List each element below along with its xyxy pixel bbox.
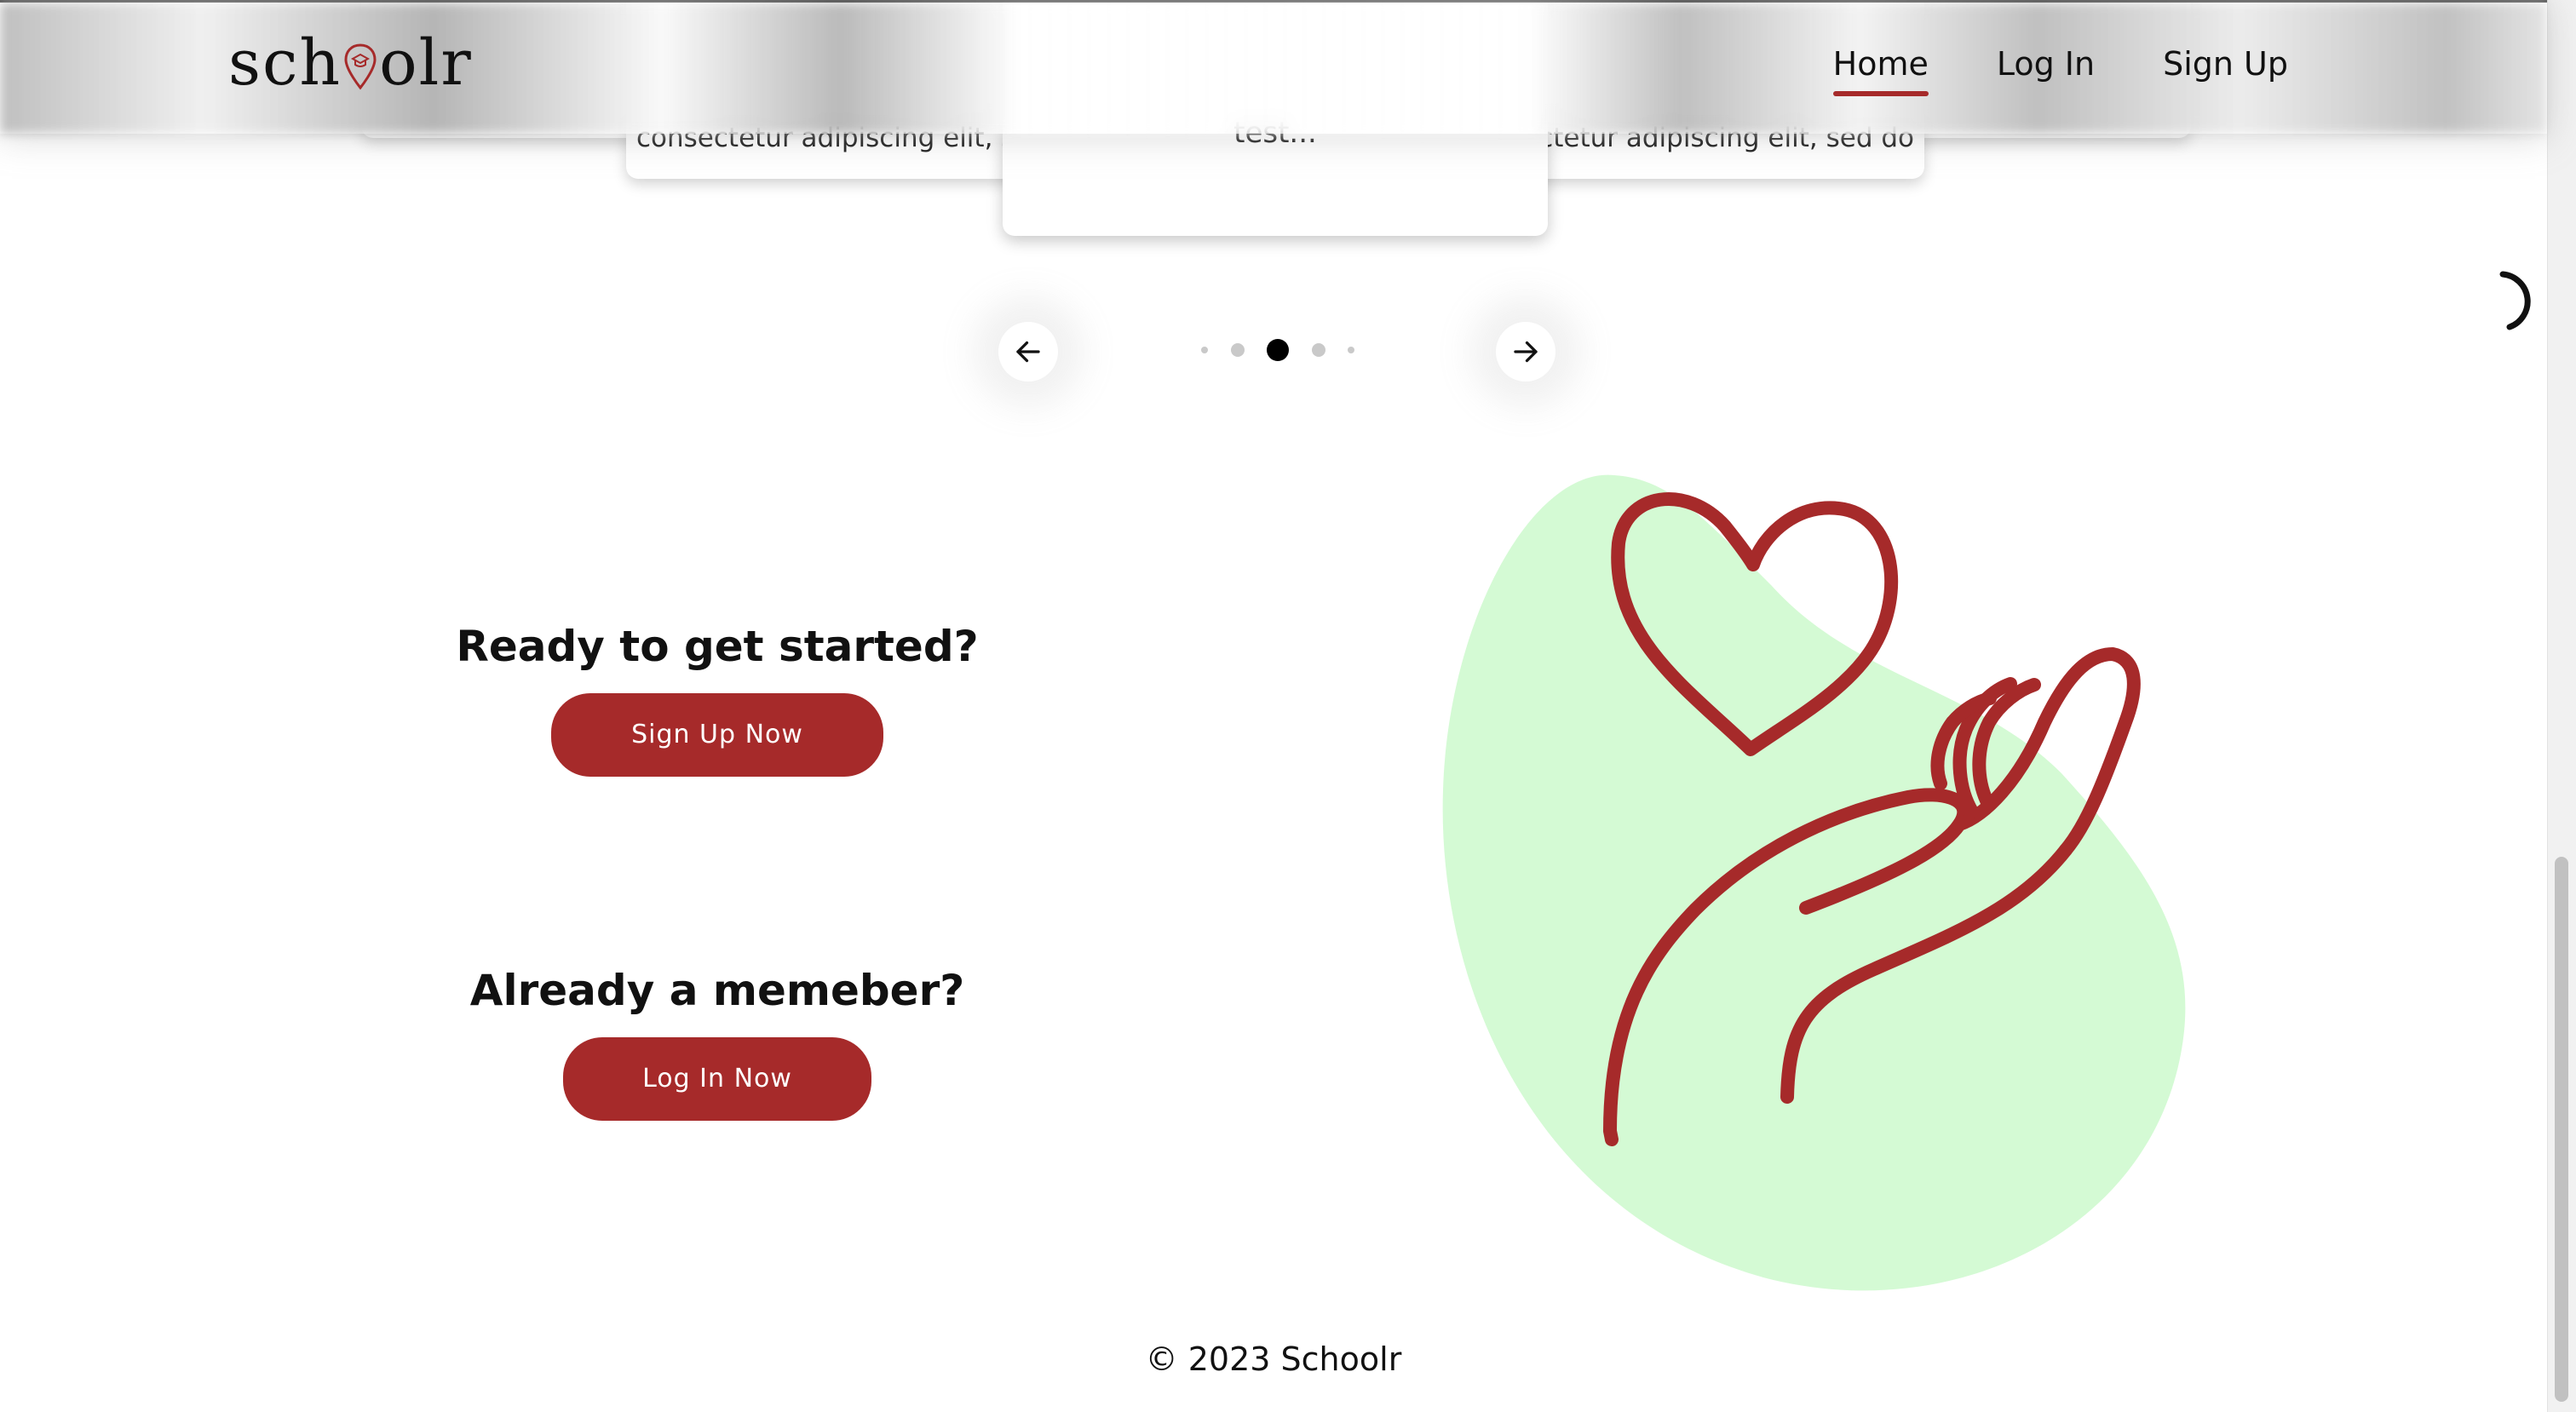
- signup-cta: Ready to get started? Sign Up Now: [419, 622, 1015, 777]
- login-heading: Already a memeber?: [469, 966, 965, 1015]
- scrollbar-thumb[interactable]: [2555, 857, 2568, 1402]
- carousel-prev-button[interactable]: [998, 322, 1058, 382]
- copyright-text: © 2023 Schoolr: [1145, 1340, 1402, 1378]
- login-cta: Already a memeber? Log In Now: [419, 966, 1015, 1121]
- logo[interactable]: sch olr: [228, 26, 473, 100]
- nav-login[interactable]: Log In: [1997, 45, 2095, 91]
- carousel-dot[interactable]: [1201, 347, 1208, 353]
- illustration-blob: [1442, 474, 2186, 1291]
- nav-signup[interactable]: Sign Up: [2163, 45, 2288, 91]
- login-now-button[interactable]: Log In Now: [563, 1037, 871, 1121]
- carousel-dot[interactable]: [1348, 347, 1354, 353]
- carousel-next-button[interactable]: [1496, 322, 1555, 382]
- arrow-left-icon: [1016, 341, 1040, 363]
- logo-text-start: sch: [228, 26, 342, 100]
- signup-heading: Ready to get started?: [456, 622, 979, 671]
- carousel-dot[interactable]: [1230, 343, 1245, 357]
- heart-in-hand-icon: [1442, 474, 2186, 1291]
- carousel-controls: [929, 298, 1627, 383]
- footer: © 2023 Schoolr: [0, 1340, 2547, 1378]
- site-header: sch olr Home Log In Sign Up: [0, 0, 2547, 134]
- logo-text-end: olr: [379, 26, 473, 100]
- location-pin-icon: [344, 43, 377, 90]
- carousel-dot-active[interactable]: [1267, 339, 1289, 361]
- nav-home[interactable]: Home: [1832, 45, 1929, 96]
- carousel-dot[interactable]: [1311, 343, 1325, 357]
- signup-now-button[interactable]: Sign Up Now: [551, 693, 883, 777]
- arrow-right-icon: [1514, 341, 1538, 363]
- carousel-pagination: [1201, 337, 1354, 363]
- loading-spinner-icon: [2499, 271, 2531, 330]
- main-nav: Home Log In Sign Up: [1832, 45, 2288, 96]
